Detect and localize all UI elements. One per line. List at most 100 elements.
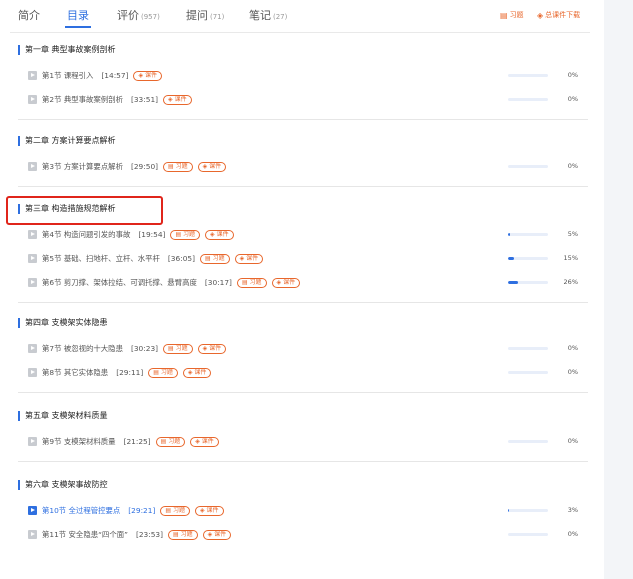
progress-bar	[508, 371, 548, 374]
lesson-duration: [19:54]	[138, 230, 166, 239]
exercise-tag[interactable]: ▤ 习题	[163, 162, 193, 172]
lesson-title-line: 第1节 课程引入 [14:57] ◈ 课件	[42, 70, 163, 81]
lesson-item[interactable]: 第9节 支模架材料质量 [21:25] ▤ 习题 ◈ 课件 0%	[0, 435, 604, 449]
chapter-title: 第二章 方案计算要点解析	[18, 136, 116, 146]
lesson-title: 第4节 构造问题引发的事故	[42, 230, 131, 239]
progress-percent: 0%	[567, 530, 578, 538]
exercise-tag-label: 习题	[175, 163, 188, 170]
lesson-duration: [30:17]	[204, 278, 232, 287]
lesson-duration: [29:21]	[128, 506, 156, 515]
progress-bar	[508, 440, 548, 443]
lesson-item[interactable]: 第2节 典型事故案例剖析 [33:51] ◈ 课件 0%	[0, 93, 604, 107]
lesson-duration: [29:11]	[116, 368, 144, 377]
lesson-item[interactable]: 第3节 方案计算要点解析 [29:50] ▤ 习题 ◈ 课件 0%	[0, 160, 604, 174]
tab-reviews-count: (957)	[141, 13, 160, 21]
chapter-title: 第六章 支模架事故防控	[18, 480, 108, 490]
progress-percent: 0%	[567, 162, 578, 170]
progress-percent: 3%	[567, 506, 578, 514]
progress-bar	[508, 165, 548, 168]
progress-percent: 0%	[567, 437, 578, 445]
courseware-tag[interactable]: ◈ 课件	[202, 530, 232, 540]
exercise-tag[interactable]: ▤ 习题	[160, 506, 190, 516]
progress-bar	[508, 233, 548, 236]
exercise-tag[interactable]: ▤ 习题	[148, 368, 178, 378]
courseware-tag[interactable]: ◈ 课件	[271, 278, 301, 288]
chapter-divider	[18, 461, 588, 462]
lesson-title: 第6节 剪刀撑、架体拉结、可调托撑、悬臂高度	[42, 278, 197, 287]
courseware-tag[interactable]: ◈ 课件	[182, 368, 212, 378]
progress-bar	[508, 257, 548, 260]
chapter-divider	[18, 392, 588, 393]
progress-percent: 0%	[567, 95, 578, 103]
courseware-tag-label: 课件	[206, 507, 219, 514]
chapter-divider	[18, 119, 588, 120]
courseware-tag-label: 课件	[214, 531, 227, 538]
progress-fill	[508, 509, 510, 512]
exercise-tag[interactable]: ▤ 习题	[155, 437, 186, 447]
tab-catalog[interactable]: 目录	[67, 9, 89, 23]
lesson-title-line: 第7节 被忽视的十大隐患 [30:23] ▤ 习题 ◈ 课件	[42, 343, 227, 354]
tab-intro-label: 简介	[18, 9, 40, 22]
lesson-item[interactable]: 第4节 构造问题引发的事故 [19:54] ▤ 习题 ◈ 课件 5%	[0, 228, 604, 242]
exercise-tag[interactable]: ▤ 习题	[170, 230, 201, 240]
courseware-tag-label: 课件	[283, 279, 296, 286]
tab-reviews[interactable]: 评价 (957)	[117, 9, 160, 24]
lesson-title-line: 第5节 基础、扫地杆、立杆、水平杆 [36:05] ▤ 习题 ◈ 课件	[42, 253, 264, 264]
lesson-title: 第10节 全过程管控要点	[42, 506, 121, 515]
lesson-title-line: 第10节 全过程管控要点 [29:21] ▤ 习题 ◈ 课件	[42, 505, 224, 516]
tab-bar: 简介 目录 评价 (957) 提问 (71) 笔记 (27) ▤ 习题 ◈ 总课件下载	[0, 0, 604, 34]
lesson-item[interactable]: 第8节 其它实体隐患 [29:11] ▤ 习题 ◈ 课件 0%	[0, 366, 604, 380]
lesson-item[interactable]: 第1节 课程引入 [14:57] ◈ 课件 0%	[0, 69, 604, 83]
exercise-tag-label: 习题	[168, 438, 181, 445]
courseware-tag-label: 课件	[246, 255, 259, 262]
lesson-item[interactable]: 第5节 基础、扫地杆、立杆、水平杆 [36:05] ▤ 习题 ◈ 课件 15%	[0, 252, 604, 266]
lesson-title-line: 第11节 安全隐患“四个面” [23:53] ▤ 习题 ◈ 课件	[42, 529, 232, 540]
lesson-item[interactable]: 第6节 剪刀撑、架体拉结、可调托撑、悬臂高度 [30:17] ▤ 习题 ◈ 课件 26%	[0, 276, 604, 290]
courseware-tag[interactable]: ◈ 课件	[194, 506, 224, 516]
courseware-tag[interactable]: ◈ 课件	[234, 254, 264, 264]
lesson-duration: [29:50]	[130, 162, 159, 171]
lesson-title-line: 第3节 方案计算要点解析 [29:50] ▤ 习题 ◈ 课件	[42, 161, 227, 172]
lesson-item[interactable]: 第11节 安全隐患“四个面” [23:53] ▤ 习题 ◈ 课件 0%	[0, 528, 604, 542]
lesson-title: 第1节 课程引入	[42, 71, 94, 80]
courseware-tag[interactable]: ◈ 课件	[197, 344, 227, 354]
exercise-link-label: 习题	[509, 11, 524, 19]
download-all-courseware-link[interactable]: ◈ 总课件下载	[537, 10, 580, 20]
exercise-tag-label: 习题	[183, 231, 196, 238]
lesson-duration: [23:53]	[135, 530, 164, 539]
courseware-tag[interactable]: ◈ 课件	[190, 437, 219, 447]
exercise-tag-label: 习题	[175, 345, 188, 352]
courseware-tag-label: 课件	[194, 369, 207, 376]
exercise-icon: ▤	[168, 345, 176, 352]
lesson-item[interactable]: 第7节 被忽视的十大隐患 [30:23] ▤ 习题 ◈ 课件 0%	[0, 342, 604, 356]
play-icon	[28, 530, 37, 539]
courseware-tag[interactable]: ◈ 课件	[133, 71, 163, 81]
exercise-tag[interactable]: ▤ 习题	[163, 344, 193, 354]
play-icon	[28, 437, 37, 446]
progress-bar	[508, 74, 548, 77]
progress-percent: 15%	[563, 254, 578, 262]
lesson-title: 第8节 其它实体隐患	[42, 368, 109, 377]
tab-notes[interactable]: 笔记 (27)	[249, 9, 287, 24]
exercise-icon: ▤	[168, 163, 176, 170]
tab-questions[interactable]: 提问 (71)	[186, 9, 224, 24]
progress-fill	[508, 281, 519, 284]
tab-questions-label: 提问	[186, 9, 208, 22]
exercise-tag[interactable]: ▤ 习题	[168, 530, 198, 540]
tab-intro[interactable]: 简介	[18, 9, 40, 23]
progress-bar	[508, 509, 548, 512]
courseware-tag-label: 课件	[201, 438, 214, 445]
courseware-tag[interactable]: ◈ 课件	[197, 162, 227, 172]
exercise-tag[interactable]: ▤ 习题	[200, 254, 230, 264]
lesson-duration: [21:25]	[123, 437, 151, 446]
play-icon	[28, 162, 37, 171]
lesson-title: 第3节 方案计算要点解析	[42, 162, 123, 171]
play-icon	[28, 368, 37, 377]
courseware-tag[interactable]: ◈ 课件	[205, 230, 234, 240]
lesson-item[interactable]: 第10节 全过程管控要点 [29:21] ▤ 习题 ◈ 课件 3%	[0, 504, 604, 518]
exercise-tag[interactable]: ▤ 习题	[236, 278, 267, 288]
exercise-link[interactable]: ▤ 习题	[500, 10, 524, 20]
lesson-duration: [36:05]	[167, 254, 195, 263]
lesson-title-line: 第2节 典型事故案例剖析 [33:51] ◈ 课件	[42, 94, 192, 105]
courseware-tag[interactable]: ◈ 课件	[163, 95, 192, 105]
